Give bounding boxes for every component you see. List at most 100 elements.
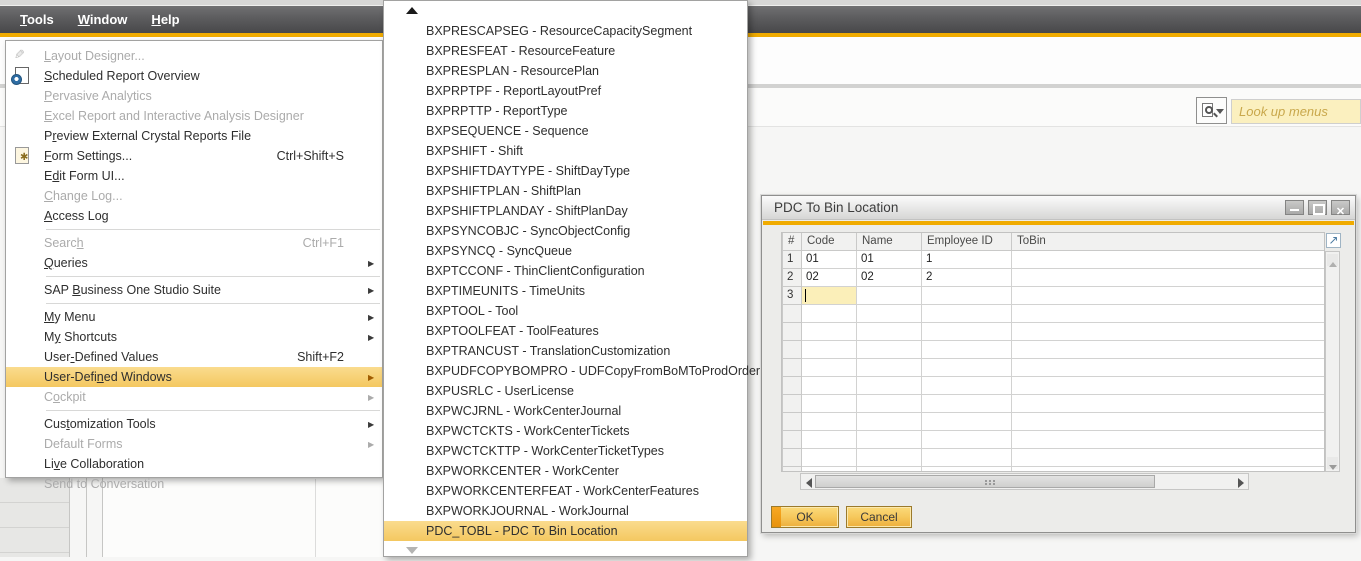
table-cell[interactable] bbox=[1012, 250, 1326, 268]
table-cell[interactable]: 02 bbox=[857, 268, 922, 286]
menu-item[interactable]: Live Collaboration bbox=[6, 454, 382, 474]
table-cell[interactable] bbox=[1012, 268, 1326, 286]
expand-grid-icon[interactable]: ↗ bbox=[1326, 233, 1341, 248]
table-cell[interactable] bbox=[857, 286, 922, 304]
column-header[interactable]: Employee ID bbox=[922, 233, 1012, 250]
submenu-item[interactable]: BXPSYNCQ - SyncQueue bbox=[384, 241, 747, 261]
submenu-item[interactable]: BXPSHIFTDAYTYPE - ShiftDayType bbox=[384, 161, 747, 181]
table-cell[interactable] bbox=[802, 376, 857, 394]
submenu-item[interactable]: BXPWCTCKTTP - WorkCenterTicketTypes bbox=[384, 441, 747, 461]
table-cell[interactable] bbox=[922, 376, 1012, 394]
vertical-scrollbar[interactable] bbox=[1325, 251, 1340, 472]
column-header[interactable]: ToBin bbox=[1012, 233, 1326, 250]
table-cell[interactable] bbox=[857, 376, 922, 394]
submenu-scroll-up[interactable] bbox=[384, 1, 747, 21]
table-cell[interactable] bbox=[802, 394, 857, 412]
submenu-item[interactable]: BXPTIMEUNITS - TimeUnits bbox=[384, 281, 747, 301]
table-cell[interactable] bbox=[802, 430, 857, 448]
table-cell[interactable] bbox=[802, 340, 857, 358]
submenu-item[interactable]: BXPSHIFT - Shift bbox=[384, 141, 747, 161]
menu-item[interactable]: My Menu▶ bbox=[6, 307, 382, 327]
table-cell[interactable] bbox=[922, 394, 1012, 412]
column-header[interactable]: # bbox=[783, 233, 802, 250]
table-cell[interactable] bbox=[857, 340, 922, 358]
menu-item[interactable]: Form Settings...Ctrl+Shift+S bbox=[6, 146, 382, 166]
submenu-item[interactable]: BXPSHIFTPLAN - ShiftPlan bbox=[384, 181, 747, 201]
table-cell[interactable]: 01 bbox=[857, 250, 922, 268]
menu-item[interactable]: User-Defined ValuesShift+F2 bbox=[6, 347, 382, 367]
scroll-right-icon[interactable] bbox=[1234, 475, 1247, 488]
table-cell[interactable] bbox=[802, 304, 857, 322]
minimize-button[interactable] bbox=[1285, 200, 1304, 215]
table-cell[interactable] bbox=[922, 304, 1012, 322]
column-header[interactable]: Name bbox=[857, 233, 922, 250]
table-cell[interactable] bbox=[1012, 466, 1326, 472]
submenu-item[interactable]: BXPUSRLC - UserLicense bbox=[384, 381, 747, 401]
table-cell[interactable] bbox=[922, 322, 1012, 340]
menu-item[interactable]: Preview External Crystal Reports File bbox=[6, 126, 382, 146]
submenu-item[interactable]: BXPWCJRNL - WorkCenterJournal bbox=[384, 401, 747, 421]
table-cell[interactable] bbox=[922, 412, 1012, 430]
submenu-item[interactable]: BXPTCCONF - ThinClientConfiguration bbox=[384, 261, 747, 281]
table-cell[interactable] bbox=[1012, 304, 1326, 322]
table-cell[interactable] bbox=[857, 322, 922, 340]
submenu-item[interactable]: BXPWCTCKTS - WorkCenterTickets bbox=[384, 421, 747, 441]
submenu-item[interactable]: BXPTOOLFEAT - ToolFeatures bbox=[384, 321, 747, 341]
table-cell[interactable] bbox=[857, 466, 922, 472]
maximize-button[interactable] bbox=[1308, 200, 1327, 215]
table-cell[interactable] bbox=[1012, 412, 1326, 430]
ok-button[interactable]: OK bbox=[771, 506, 839, 528]
table-cell[interactable] bbox=[1012, 394, 1326, 412]
submenu-item[interactable]: BXPTOOL - Tool bbox=[384, 301, 747, 321]
menu-item[interactable]: Queries▶ bbox=[6, 253, 382, 273]
table-cell[interactable] bbox=[802, 322, 857, 340]
menu-item[interactable]: Edit Form UI... bbox=[6, 166, 382, 186]
submenu-item[interactable]: BXPWORKCENTER - WorkCenter bbox=[384, 461, 747, 481]
menu-item[interactable]: User-Defined Windows▶ bbox=[6, 367, 382, 387]
table-cell[interactable] bbox=[802, 358, 857, 376]
table-cell[interactable] bbox=[802, 466, 857, 472]
table-cell[interactable] bbox=[1012, 430, 1326, 448]
table-cell[interactable] bbox=[1012, 286, 1326, 304]
submenu-item[interactable]: BXPSEQUENCE - Sequence bbox=[384, 121, 747, 141]
scroll-up-icon[interactable] bbox=[1327, 254, 1338, 266]
menubar-item-help[interactable]: Help bbox=[139, 6, 191, 33]
menu-item[interactable]: Scheduled Report Overview bbox=[6, 66, 382, 86]
submenu-item[interactable]: PDC_TOBL - PDC To Bin Location bbox=[384, 521, 747, 541]
submenu-item[interactable]: BXPSHIFTPLANDAY - ShiftPlanDay bbox=[384, 201, 747, 221]
menu-item[interactable]: SAP Business One Studio Suite▶ bbox=[6, 280, 382, 300]
submenu-item[interactable]: BXPUDFCOPYBOMPRO - UDFCopyFromBoMToProdO… bbox=[384, 361, 747, 381]
table-cell[interactable] bbox=[857, 430, 922, 448]
close-button[interactable] bbox=[1331, 200, 1350, 215]
table-cell[interactable] bbox=[922, 358, 1012, 376]
table-cell[interactable] bbox=[1012, 358, 1326, 376]
table-cell[interactable] bbox=[802, 448, 857, 466]
window-titlebar[interactable]: PDC To Bin Location bbox=[762, 196, 1355, 220]
menu-search-button[interactable] bbox=[1196, 97, 1227, 124]
menu-item[interactable]: My Shortcuts▶ bbox=[6, 327, 382, 347]
table-cell[interactable] bbox=[922, 466, 1012, 472]
submenu-item[interactable]: BXPRESCAPSEG - ResourceCapacitySegment bbox=[384, 21, 747, 41]
submenu-item[interactable]: BXPSYNCOBJC - SyncObjectConfig bbox=[384, 221, 747, 241]
lookup-menus-input[interactable] bbox=[1231, 99, 1361, 124]
table-cell[interactable] bbox=[857, 448, 922, 466]
submenu-item[interactable]: BXPRESPLAN - ResourcePlan bbox=[384, 61, 747, 81]
table-cell[interactable] bbox=[802, 412, 857, 430]
horizontal-scrollbar[interactable] bbox=[800, 473, 1249, 490]
submenu-item[interactable]: BXPRPTTP - ReportType bbox=[384, 101, 747, 121]
table-cell[interactable] bbox=[922, 448, 1012, 466]
submenu-item[interactable]: BXPWORKJOURNAL - WorkJournal bbox=[384, 501, 747, 521]
menu-item[interactable]: Customization Tools▶ bbox=[6, 414, 382, 434]
table-cell[interactable] bbox=[857, 412, 922, 430]
table-cell[interactable] bbox=[922, 286, 1012, 304]
scroll-left-icon[interactable] bbox=[802, 475, 815, 488]
scroll-down-icon[interactable] bbox=[1327, 457, 1338, 469]
table-cell[interactable]: 2 bbox=[922, 268, 1012, 286]
table-cell[interactable] bbox=[1012, 376, 1326, 394]
table-cell[interactable] bbox=[1012, 448, 1326, 466]
table-cell[interactable]: 1 bbox=[922, 250, 1012, 268]
table-cell[interactable] bbox=[922, 430, 1012, 448]
scrollbar-thumb[interactable] bbox=[815, 475, 1155, 488]
submenu-item[interactable]: BXPRESFEAT - ResourceFeature bbox=[384, 41, 747, 61]
menubar-item-window[interactable]: Window bbox=[66, 6, 140, 33]
